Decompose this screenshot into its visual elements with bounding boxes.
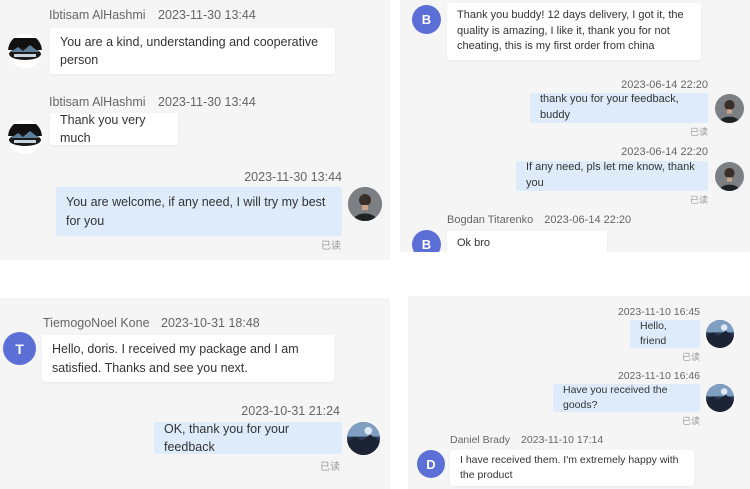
- message-text: OK, thank you for your feedback: [164, 421, 290, 454]
- contact-avatar[interactable]: [8, 120, 42, 154]
- message-time: 2023-11-10 16:46: [617, 370, 700, 382]
- message-text: Ok bro: [457, 237, 491, 249]
- outgoing-message: You are welcome, if any need, I will try…: [56, 187, 342, 236]
- message-text: Hello, friend: [640, 319, 667, 347]
- user-avatar[interactable]: [348, 187, 382, 221]
- contact-avatar[interactable]: D: [417, 450, 445, 478]
- landscape-avatar-icon: [8, 120, 42, 154]
- message-header: Daniel Brady 2023-11-10 17:14: [450, 434, 603, 446]
- read-status: 已读: [690, 195, 709, 205]
- read-status: 已读: [690, 127, 709, 137]
- message-text: Thank you very much: [60, 112, 146, 145]
- message-time: 2023-10-31 18:48: [161, 316, 260, 330]
- message-text: Have you received the goods?: [563, 383, 668, 411]
- read-status: 已读: [320, 462, 340, 473]
- read-status: 已读: [682, 352, 701, 362]
- person-photo-icon: [348, 187, 382, 221]
- read-status: 已读: [682, 416, 701, 426]
- message-text: Hello, doris. I received my package and …: [52, 342, 299, 375]
- user-avatar[interactable]: [715, 162, 744, 191]
- outgoing-message: thank you for your feedback, buddy: [530, 93, 708, 123]
- incoming-message: Thank you very much: [50, 113, 178, 145]
- landscape-photo-icon: [706, 320, 734, 348]
- message-time: 2023-11-10 17:14: [521, 434, 604, 446]
- incoming-message: You are a kind, understanding and cooper…: [50, 28, 335, 74]
- message-time: 2023-06-14 22:20: [621, 146, 708, 158]
- chat-panel-2: B Thank you buddy! 12 days delivery, I g…: [400, 0, 750, 252]
- chat-panel-3: TiemogoNoel Kone 2023-10-31 18:48 T Hell…: [0, 298, 390, 489]
- incoming-message: Thank you buddy! 12 days delivery, I got…: [447, 3, 701, 60]
- message-time: 2023-06-14 22:20: [544, 214, 632, 226]
- outgoing-message: Have you received the goods?: [553, 384, 700, 412]
- outgoing-message: Hello, friend: [630, 320, 700, 348]
- outgoing-message: OK, thank you for your feedback: [154, 422, 342, 454]
- message-time: 2023-11-30 13:44: [158, 8, 256, 22]
- contact-avatar[interactable]: B: [412, 5, 441, 34]
- message-header: Bogdan Titarenko 2023-06-14 22:20: [447, 214, 631, 226]
- sender-name: Daniel Brady: [450, 434, 511, 446]
- message-text: thank you for your feedback, buddy: [540, 93, 679, 121]
- outgoing-message: If any need, pls let me know, thank you: [516, 161, 708, 191]
- sender-name: Bogdan Titarenko: [447, 214, 534, 226]
- incoming-message: Hello, doris. I received my package and …: [42, 335, 334, 382]
- contact-avatar[interactable]: [8, 34, 42, 68]
- sender-name: Ibtisam AlHashmi: [49, 8, 146, 22]
- message-text: Thank you buddy! 12 days delivery, I got…: [457, 8, 684, 53]
- sender-name: TiemogoNoel Kone: [43, 316, 150, 330]
- message-header: TiemogoNoel Kone 2023-10-31 18:48: [43, 316, 260, 330]
- contact-avatar[interactable]: T: [3, 332, 36, 365]
- contact-avatar[interactable]: B: [412, 230, 441, 252]
- person-photo-icon: [715, 162, 744, 191]
- user-avatar[interactable]: [706, 384, 734, 412]
- incoming-message: I have received them. I'm extremely happ…: [450, 450, 694, 486]
- message-text: You are welcome, if any need, I will try…: [66, 195, 326, 228]
- user-avatar[interactable]: [347, 422, 380, 455]
- landscape-avatar-icon: [8, 34, 42, 68]
- message-time: 2023-10-31 21:24: [241, 404, 340, 418]
- landscape-photo-icon: [347, 422, 380, 455]
- message-time: 2023-11-30 13:44: [158, 95, 256, 109]
- message-text: If any need, pls let me know, thank you: [526, 161, 695, 189]
- person-photo-icon: [715, 94, 744, 123]
- chat-panel-4: 2023-11-10 16:45 Hello, friend 已读 2023-1…: [408, 296, 750, 489]
- message-time: 2023-11-30 13:44: [244, 170, 342, 184]
- message-text: I have received them. I'm extremely happ…: [460, 453, 679, 481]
- sender-name: Ibtisam AlHashmi: [49, 95, 146, 109]
- chat-panel-1: Ibtisam AlHashmi 2023-11-30 13:44 You ar…: [0, 0, 390, 260]
- read-status: 已读: [321, 241, 341, 252]
- message-text: You are a kind, understanding and cooper…: [60, 34, 319, 67]
- incoming-message: Ok bro: [447, 231, 607, 252]
- user-avatar[interactable]: [706, 320, 734, 348]
- landscape-photo-icon: [706, 384, 734, 412]
- message-header: Ibtisam AlHashmi 2023-11-30 13:44: [49, 8, 256, 22]
- message-header: Ibtisam AlHashmi 2023-11-30 13:44: [49, 95, 256, 109]
- message-time: 2023-06-14 22:20: [621, 79, 708, 91]
- user-avatar[interactable]: [715, 94, 744, 123]
- message-time: 2023-11-10 16:45: [617, 306, 700, 318]
